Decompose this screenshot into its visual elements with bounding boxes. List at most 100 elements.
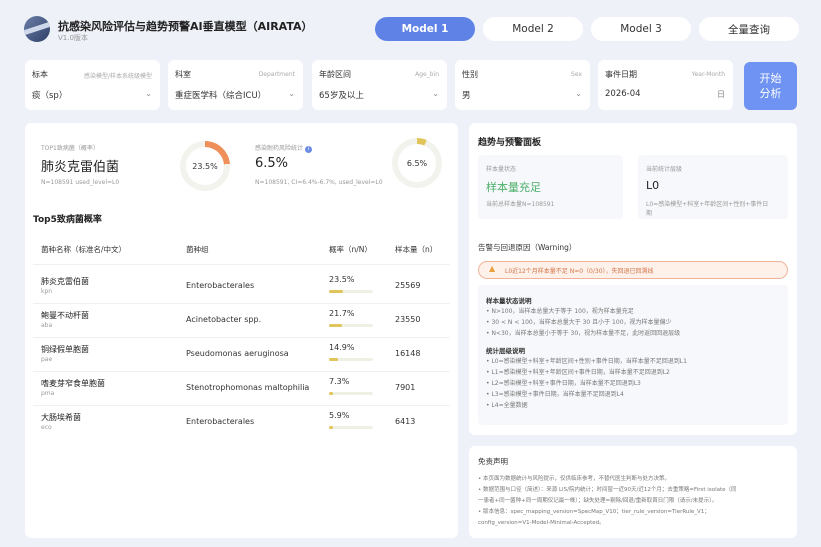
calendar-icon: 日 [717,90,725,99]
filter-age[interactable]: 年龄区间 Age_bin 65岁及以上 ⌄ [312,60,447,110]
species-name: 嗜麦芽窄食单胞菌 [41,379,105,388]
tab-full-query[interactable]: 全量查询 [699,17,799,41]
chevron-down-icon: ⌄ [145,89,152,98]
app-version: V1.0版本 [58,34,88,42]
status-line: • N<30，当样本总量小于等于 30，视为样本量不足，此时返回回退层级 [486,330,681,337]
table-row: 肺炎克雷伯菌 kpn Enterobacterales 23.5% 25569 [25,270,458,304]
probability-bar [329,324,373,327]
filter-value: 2026-04 [605,89,641,99]
species-name: 大肠埃希菌 [41,413,81,422]
level-line: • L1=感染模型+科室+年龄区间+事件日期，当样本量不足回退到L2 [486,369,670,376]
species-group: Enterobacterales [186,417,255,426]
species-name: 鲍曼不动杆菌 [41,311,89,320]
level-line: • L4=全量数据 [486,402,528,409]
status-title: 样本量状态说明 [486,297,532,305]
stat-level-sub-2: 期 [646,210,653,217]
filter-en-label: 感染模型/样本系统级模型 [83,73,152,80]
probability-bar-fill [329,426,333,429]
probability-bar-fill [329,290,343,293]
warning-title: 告警与回退原因（Warning） [478,243,577,252]
filter-date[interactable]: 事件日期 Year-Month 2026-04 日 [598,60,733,110]
tab-model-1[interactable]: Model 1 [375,17,475,41]
probability-value: 23.5% [329,275,355,284]
probability-value: 21.7% [329,309,355,318]
probability-bar [329,358,373,361]
filter-department[interactable]: 科室 Department 重症医学科（综合ICU） ⌄ [168,60,303,110]
species-name: 肺炎克雷伯菌 [41,277,89,286]
risk-sub: N=108591, CI=6.4%-6.7%, used_level=L0 [255,179,383,186]
table-row: 铜绿假单胞菌 pae Pseudomonas aeruginosa 14.9% 1614… [25,338,458,372]
disclaimer-line: 一患者+同一菌种+同一周期仅记最一株）；缺失处理=剔除/回退/重新取首日门限（请… [478,498,718,504]
probability-bar-fill [329,324,342,327]
probability-bar-fill [329,358,338,361]
level-line: • L0=感染模型+科室+年龄区间+性别+事件日期，当样本量不足回退到L1 [486,358,687,365]
col-header-name: 菌种名称（标准名/中文） [41,245,127,254]
sample-size: 16148 [395,349,421,358]
disclaimer-line: • 本页面为数据统计与风险提示，仅供临床参考，不替代医生判断与处方决策。 [478,476,670,482]
filter-sex[interactable]: 性别 Sex 男 ⌄ [455,60,590,110]
col-header-group: 菌种组 [186,245,209,254]
disclaimer-line: • 数据范围与口径（简述）：来源 LIS/院内统计；时间窗一近90天/近12个月… [478,487,737,493]
species-group: Enterobacterales [186,281,255,290]
col-header-prob: 概率（n/N） [329,245,372,254]
sample-status-label: 样本量状态 [486,166,517,173]
top1-name: 肺炎克雷伯菌 [41,160,120,175]
risk-ring-value: 6.5% [398,144,436,182]
start-line-2: 分析 [759,87,782,100]
species-name: 铜绿假单胞菌 [41,345,89,354]
probability-bar [329,290,373,293]
warning-icon: ▲ [489,264,496,273]
filter-label: 标本 [32,70,48,79]
filter-en-label: Age_bin [415,71,439,78]
probability-bar [329,426,373,429]
sample-size: 6413 [395,417,416,426]
top1-ring-value: 23.5% [186,147,224,185]
filter-label: 性别 [462,70,478,79]
chevron-down-icon: ⌄ [432,89,439,98]
sample-status-card: 样本量状态 样本量充足 当前总样本量N=108591 [478,155,623,219]
risk-label: 感染耐药风险统计 i [255,143,312,153]
species-code: pae [41,356,53,363]
filter-label: 年龄区间 [319,70,351,79]
filter-en-label: Year-Month [691,71,725,78]
top1-sub: N=108591 used_level=L0 [41,179,120,186]
explanation-box: 样本量状态说明 • N>100，当样本总量大于等于 100，视为样本量充足 • … [478,285,788,425]
table-row: 嗜麦芽窄食单胞菌 pma Stenotrophomonas maltophilia 7… [25,372,458,406]
status-line: • 30 < N < 100，当样本总量大于 30 且小于 100，视为样本量偏… [486,319,672,326]
species-code: pma [41,390,55,397]
app-title: 抗感染风险评估与趋势预警AI垂直模型（AIRATA） [58,20,313,33]
table-title: Top5致病菌概率 [33,215,102,225]
disclaimer-line: config_version=V1-Model-Minimal-Accepted… [478,520,605,526]
disclaimer-line: • 版本信息：spec_mapping_version=SpecMap_V10；… [478,509,710,515]
right-panel: 趋势与预警面板 样本量状态 样本量充足 当前总样本量N=108591 当前统计层… [469,123,797,435]
disclaimer-panel: 免责声明 • 本页面为数据统计与风险提示，仅供临床参考，不替代医生判断与处方决策… [469,446,797,538]
tab-model-3[interactable]: Model 3 [591,17,691,41]
disclaimer-title: 免责声明 [478,457,508,466]
probability-value: 5.9% [329,411,350,420]
species-group: Pseudomonas aeruginosa [186,349,289,358]
species-group: Acinetobacter spp. [186,315,262,324]
tab-model-2[interactable]: Model 2 [483,17,583,41]
filter-value: 痰（sp） [32,91,68,101]
species-code: eco [41,424,52,431]
species-code: kpn [41,288,53,295]
stat-level-sub: L0=感染模型+科室+年龄区间+性别+事件日 [646,201,769,208]
sample-size: 23550 [395,315,421,324]
col-header-n: 样本量（n） [395,245,438,254]
app-logo [24,16,50,42]
stat-level-card: 当前统计层级 L0 L0=感染模型+科室+年龄区间+性别+事件日 期 [638,155,788,219]
level-line: • L3=感染模型+事件日期，当样本量不足回退到L4 [486,391,624,398]
risk-label-text: 感染耐药风险统计 [255,145,304,152]
sample-status-value: 样本量充足 [486,181,541,194]
filter-specimen[interactable]: 标本 感染模型/样本系统级模型 痰（sp） ⌄ [25,60,160,110]
filter-value: 65岁及以上 [319,91,364,101]
filter-label: 事件日期 [605,70,637,79]
left-panel: TOP1致病菌（概率） 肺炎克雷伯菌 N=108591 used_level=L… [25,123,458,538]
warning-text: L0近12个月样本量不足 N=0（0/30），失回退已回溯线 [505,268,654,275]
filter-label: 科室 [175,70,191,79]
table-row: 鲍曼不动杆菌 aba Acinetobacter spp. 21.7% 23550 [25,304,458,338]
start-analysis-button[interactable]: 开始 分析 [744,62,797,110]
filter-value: 重症医学科（综合ICU） [175,91,267,101]
level-line: • L2=感染模型+科室+事件日期，当样本量不足回退到L3 [486,380,641,387]
species-code: aba [41,322,53,329]
